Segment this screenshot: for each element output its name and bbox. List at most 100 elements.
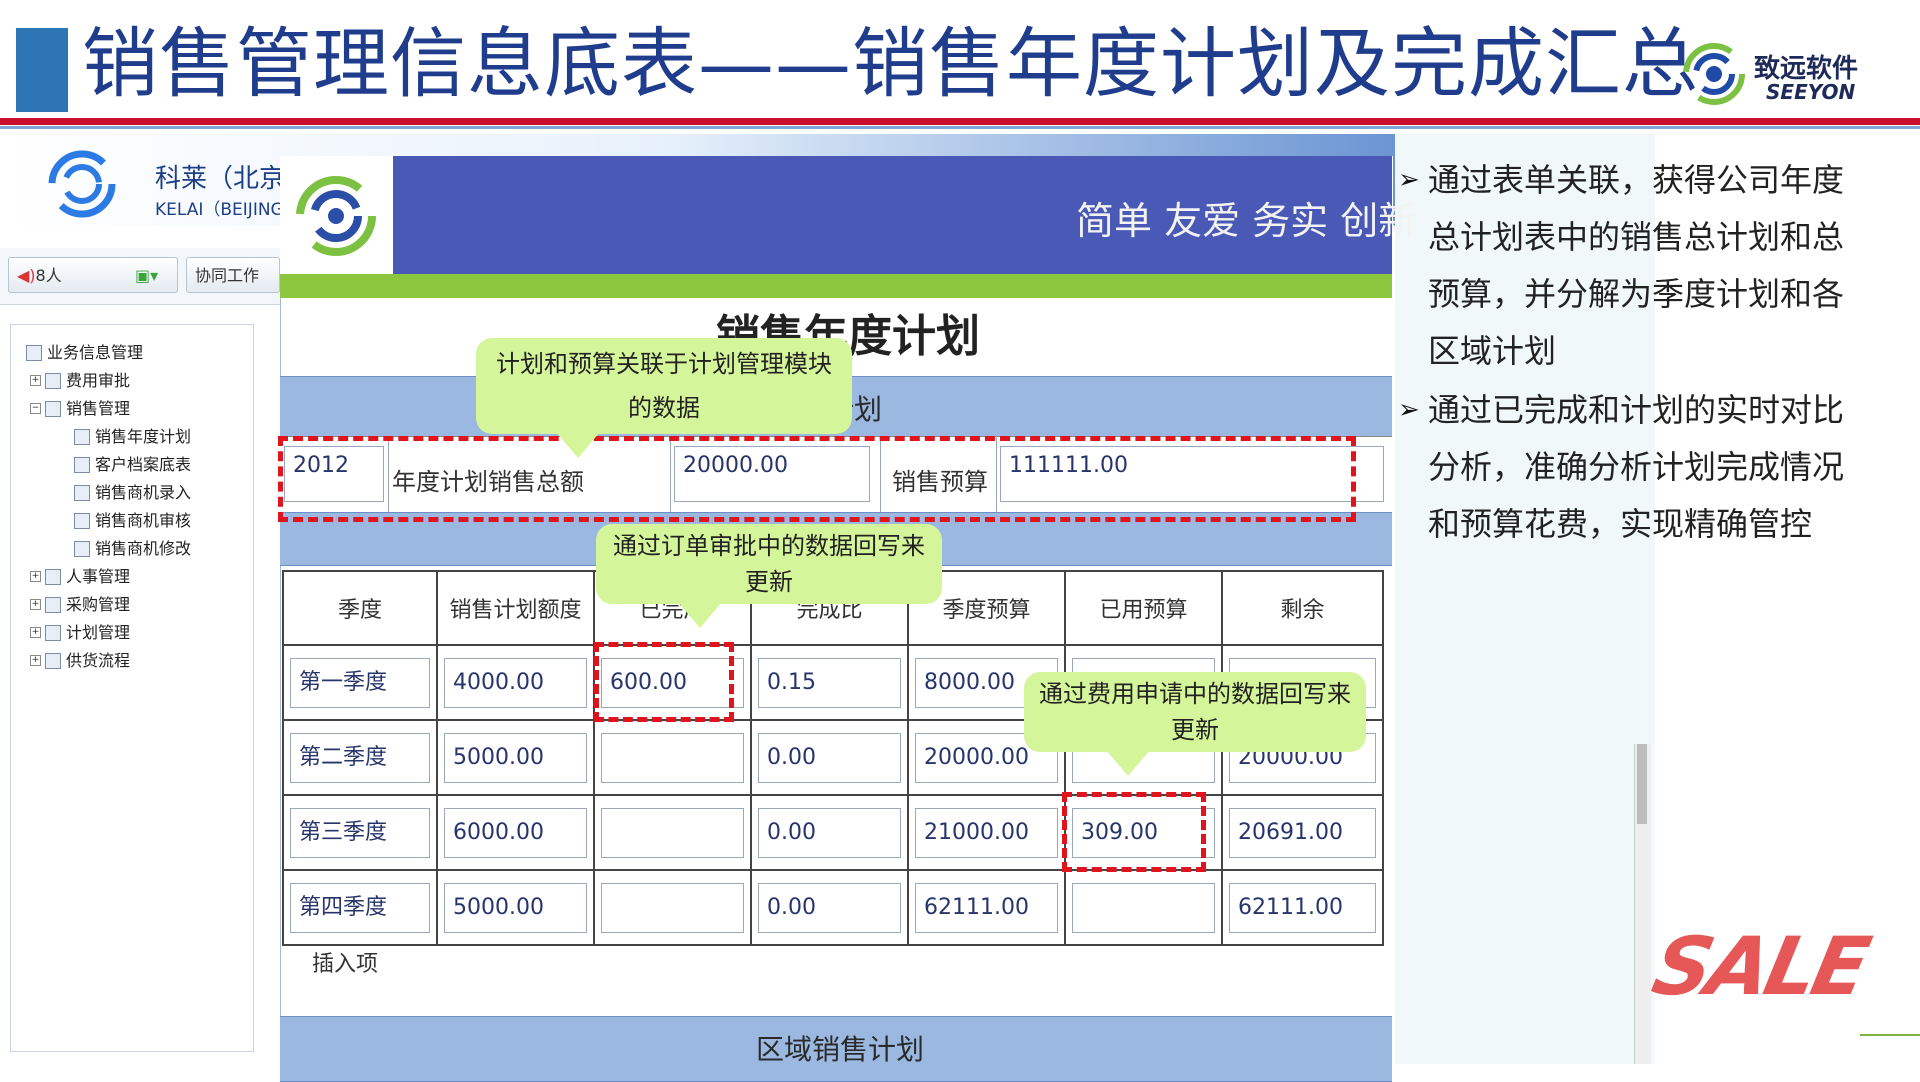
tree-item-sales-annual-plan[interactable]: 销售年度计划 bbox=[74, 426, 191, 448]
quarter-budget-field[interactable]: 62111.00 bbox=[915, 882, 1058, 933]
form-icon bbox=[74, 484, 90, 501]
folder-icon bbox=[26, 344, 42, 361]
plan-amount-field[interactable]: 4000.00 bbox=[444, 657, 587, 708]
table-row: 第三季度 6000.00 0.00 21000.00 309.00 20691.… bbox=[282, 794, 1384, 871]
callout-tail bbox=[556, 432, 600, 458]
tree-label: 采购管理 bbox=[66, 595, 131, 614]
logo-en-text: SEEYON bbox=[1766, 80, 1856, 104]
column-header: 已用预算 bbox=[1064, 570, 1223, 646]
form-icon bbox=[74, 428, 90, 445]
seeyon-swirl-icon bbox=[1683, 43, 1745, 105]
tree-label: 人事管理 bbox=[66, 567, 131, 586]
expand-icon[interactable]: + bbox=[30, 375, 41, 386]
callout-tail bbox=[678, 602, 722, 628]
column-header: 季度 bbox=[282, 570, 438, 646]
tree-item-sales[interactable]: − 销售管理 bbox=[30, 398, 130, 420]
tree-item-opportunity-entry[interactable]: 销售商机录入 bbox=[74, 482, 191, 504]
expand-icon[interactable]: + bbox=[30, 599, 41, 610]
slide-title: 销售管理信息底表——销售年度计划及完成汇总 bbox=[82, 19, 1699, 108]
company-slogan: 简单 友爱 务实 创新 bbox=[1076, 199, 1417, 243]
tree-label: 客户档案底表 bbox=[95, 455, 192, 474]
column-header: 剩余 bbox=[1221, 570, 1384, 646]
online-users-button[interactable]: ◀)8人 ▣▾ bbox=[8, 257, 178, 293]
bullet-item: ➢ 通过已完成和计划的实时对比分析，准确分析计划完成情况和预算花费，实现精确管控 bbox=[1398, 382, 1858, 553]
quarter-field[interactable]: 第二季度 bbox=[290, 732, 430, 783]
plan-amount-field[interactable]: 5000.00 bbox=[444, 882, 587, 933]
online-users-count: 8人 bbox=[35, 266, 62, 285]
tree-item-opportunity-review[interactable]: 销售商机审核 bbox=[74, 510, 191, 532]
form-icon bbox=[74, 456, 90, 473]
company-name-en: KELAI（BEIJING bbox=[155, 200, 284, 220]
completion-ratio-field[interactable]: 0.00 bbox=[758, 732, 901, 783]
plan-budget-callout: 计划和预算关联于计划管理模块的数据 bbox=[476, 338, 852, 434]
tree-root[interactable]: 业务信息管理 bbox=[26, 342, 143, 364]
scrollbar-thumb[interactable] bbox=[1637, 744, 1647, 824]
collapse-icon[interactable]: − bbox=[30, 403, 41, 414]
seeyon-logo: 致远软件 SEEYON bbox=[1682, 42, 1882, 108]
status-dropdown-icon[interactable]: ▣▾ bbox=[135, 258, 158, 294]
module-icon bbox=[45, 568, 61, 585]
expand-icon[interactable]: + bbox=[30, 655, 41, 666]
order-writeback-callout: 通过订单审批中的数据回写来更新 bbox=[596, 524, 942, 604]
decor-line bbox=[1860, 1034, 1920, 1036]
module-icon bbox=[45, 400, 61, 417]
tree-label: 销售年度计划 bbox=[95, 427, 192, 446]
insert-item-link[interactable]: 插入项 bbox=[312, 946, 378, 978]
tree-item-expense[interactable]: + 费用审批 bbox=[30, 370, 130, 392]
tree-item-customer-records[interactable]: 客户档案底表 bbox=[74, 454, 191, 476]
completed-field[interactable] bbox=[601, 732, 744, 783]
tree-label: 计划管理 bbox=[66, 623, 131, 642]
quarter-field[interactable]: 第三季度 bbox=[290, 807, 430, 858]
tree-item-opportunity-edit[interactable]: 销售商机修改 bbox=[74, 538, 191, 560]
tree-item-purchase[interactable]: + 采购管理 bbox=[30, 594, 130, 616]
completion-ratio-field[interactable]: 0.15 bbox=[758, 657, 901, 708]
quarter-field[interactable]: 第四季度 bbox=[290, 882, 430, 933]
company-name: 科莱（北京 bbox=[155, 164, 286, 194]
remaining-field[interactable]: 62111.00 bbox=[1229, 882, 1376, 933]
form-icon bbox=[74, 540, 90, 557]
completion-ratio-field[interactable]: 0.00 bbox=[758, 882, 901, 933]
remaining-field[interactable]: 20691.00 bbox=[1229, 807, 1376, 858]
expand-icon[interactable]: + bbox=[30, 571, 41, 582]
expand-icon[interactable]: + bbox=[30, 627, 41, 638]
annual-row-highlight bbox=[278, 436, 1356, 522]
arrow-bullet-icon: ➢ bbox=[1398, 395, 1420, 425]
company-logo-icon bbox=[48, 150, 116, 218]
column-header: 销售计划额度 bbox=[436, 570, 595, 646]
module-icon bbox=[45, 596, 61, 613]
form-brand-icon bbox=[296, 176, 376, 256]
tree-root-label: 业务信息管理 bbox=[47, 343, 144, 362]
completion-ratio-field[interactable]: 0.00 bbox=[758, 807, 901, 858]
quarterly-plan-table: 季度 销售计划额度 已完成 完成比 季度预算 已用预算 剩余 第一季度 4000… bbox=[282, 570, 1384, 946]
module-icon bbox=[45, 652, 61, 669]
bullet-item: ➢ 通过表单关联，获得公司年度总计划表中的销售总计划和总预算，并分解为季度计划和… bbox=[1398, 152, 1858, 380]
region-plan-section-label: 区域销售计划 bbox=[756, 1033, 925, 1066]
used-budget-field[interactable] bbox=[1072, 882, 1215, 933]
plan-amount-field[interactable]: 6000.00 bbox=[444, 807, 587, 858]
completed-field[interactable] bbox=[601, 882, 744, 933]
tree-label: 销售管理 bbox=[66, 399, 131, 418]
module-icon bbox=[45, 624, 61, 641]
tree-item-planning[interactable]: + 计划管理 bbox=[30, 622, 130, 644]
title-accent-bar bbox=[16, 28, 68, 112]
completed-field[interactable] bbox=[601, 807, 744, 858]
speaker-icon: ◀) bbox=[17, 266, 36, 285]
quarter-field[interactable]: 第一季度 bbox=[290, 657, 430, 708]
collab-work-button[interactable]: 协同工作 bbox=[186, 257, 280, 293]
bullet-text: 通过已完成和计划的实时对比分析，准确分析计划完成情况和预算花费，实现精确管控 bbox=[1428, 391, 1845, 543]
quarter-budget-field[interactable]: 21000.00 bbox=[915, 807, 1058, 858]
tree-label: 供货流程 bbox=[66, 651, 131, 670]
header-rule-red bbox=[0, 118, 1920, 125]
plan-amount-field[interactable]: 5000.00 bbox=[444, 732, 587, 783]
banner-green-stripe bbox=[280, 274, 1392, 298]
used-budget-cell-highlight bbox=[1062, 792, 1206, 872]
tree-item-hr[interactable]: + 人事管理 bbox=[30, 566, 130, 588]
tree-label: 费用审批 bbox=[66, 371, 131, 390]
tree-label: 销售商机录入 bbox=[95, 483, 192, 502]
arrow-bullet-icon: ➢ bbox=[1398, 165, 1420, 195]
header-rule-blue bbox=[0, 126, 1920, 129]
callout-tail bbox=[1106, 750, 1150, 776]
form-icon bbox=[74, 512, 90, 529]
tree-item-supply[interactable]: + 供货流程 bbox=[30, 650, 130, 672]
tree-label: 销售商机审核 bbox=[95, 511, 192, 530]
